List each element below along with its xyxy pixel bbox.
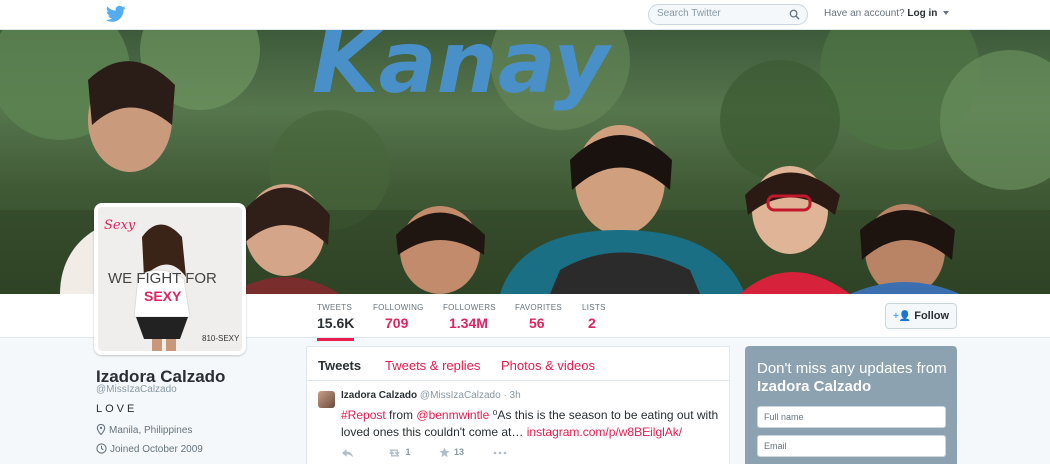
twitter-bird-icon[interactable] xyxy=(106,5,126,23)
timeline-tabs: Tweets Tweets & replies Photos & videos xyxy=(307,347,729,381)
stat-following[interactable]: FOLLOWING 709 xyxy=(373,303,424,331)
account-menu: Have an account? Log in xyxy=(824,8,950,19)
tweet-author[interactable]: Izadora Calzado xyxy=(341,390,417,401)
avatar-brand-script: Sexy xyxy=(104,218,136,233)
signup-heading-text: Don't miss any updates from xyxy=(757,360,947,377)
chevron-down-icon[interactable] xyxy=(943,11,950,16)
profile-handle[interactable]: @MissIzaCalzado xyxy=(96,384,177,395)
retweet-icon xyxy=(388,449,400,457)
profile-joined: Joined October 2009 xyxy=(96,443,203,455)
follow-label: Follow xyxy=(914,310,950,322)
stat-label: TWEETS xyxy=(317,303,353,312)
tweet-actions: 1 13 xyxy=(341,447,537,458)
search-box[interactable] xyxy=(648,4,808,25)
add-user-icon: +👤 xyxy=(892,311,912,322)
stat-value: 1.34M xyxy=(449,315,488,331)
tweet-time[interactable]: · 3h xyxy=(503,390,520,401)
stat-lists[interactable]: LISTS 2 xyxy=(582,303,606,331)
tweet-text-from: from xyxy=(389,408,414,422)
calendar-clock-icon xyxy=(96,443,107,454)
stat-value: 56 xyxy=(529,315,545,331)
avatar[interactable]: Sexy WE FIGHT FOR SEXY 810-SEXY xyxy=(94,203,246,355)
search-input[interactable] xyxy=(657,8,777,19)
avatar-corner-text: 810-SEXY xyxy=(202,334,240,343)
top-navigation-bar: Have an account? Log in xyxy=(0,0,1050,30)
tweet-avatar[interactable] xyxy=(318,391,335,408)
signup-module: Don't miss any updates from Izadora Calz… xyxy=(745,346,957,464)
star-icon xyxy=(439,447,450,458)
tab-tweets-replies[interactable]: Tweets & replies xyxy=(385,358,480,373)
joined-text: Joined October 2009 xyxy=(110,444,203,455)
tweet-text: #Repost from @benmwintle ⁰As this is the… xyxy=(341,407,725,441)
location-text: Manila, Philippines xyxy=(109,425,193,436)
stat-value: 15.6K xyxy=(317,315,355,331)
timeline: Tweets Tweets & replies Photos & videos … xyxy=(306,346,730,464)
avatar-headline-1: WE FIGHT FOR xyxy=(108,270,217,287)
signup-heading-name: Izadora Calzado xyxy=(757,378,872,395)
stat-value: 2 xyxy=(588,315,596,331)
avatar-headline-2: SEXY xyxy=(144,288,182,304)
full-name-field[interactable] xyxy=(757,406,946,428)
follow-button[interactable]: +👤 Follow xyxy=(885,303,957,329)
profile-location: Manila, Philippines xyxy=(96,423,193,436)
avatar-image: Sexy WE FIGHT FOR SEXY 810-SEXY xyxy=(98,207,242,351)
search-icon[interactable] xyxy=(789,9,800,20)
banner-logo-text: Kanay xyxy=(312,30,613,113)
stat-favorites[interactable]: FAVORITES 56 xyxy=(515,303,562,331)
tab-tweets[interactable]: Tweets xyxy=(318,358,361,373)
login-link[interactable]: Log in xyxy=(907,8,937,19)
account-prompt: Have an account? xyxy=(824,8,905,19)
stat-value: 709 xyxy=(385,315,409,331)
reply-icon xyxy=(341,449,354,458)
tweet-header: Izadora Calzado @MissIzaCalzado · 3h xyxy=(341,390,521,401)
tweet-handle[interactable]: @MissIzaCalzado xyxy=(420,390,501,401)
stat-label: LISTS xyxy=(582,303,606,312)
tweet-hashtag[interactable]: #Repost xyxy=(341,408,386,422)
more-dots-icon xyxy=(493,451,506,455)
profile-bio: LOVE xyxy=(96,403,138,415)
favorite-button[interactable]: 13 xyxy=(439,447,464,458)
tweet-mention[interactable]: @benmwintle xyxy=(416,408,489,422)
stat-label: FAVORITES xyxy=(515,303,563,312)
stat-label: FOLLOWING xyxy=(373,303,424,312)
tweet-link[interactable]: instagram.com/p/w8BEilglAk/ xyxy=(527,425,682,439)
stat-followers[interactable]: FOLLOWERS 1.34M xyxy=(443,303,496,331)
location-pin-icon xyxy=(96,423,106,436)
favorite-count: 13 xyxy=(454,447,465,458)
retweet-button[interactable]: 1 xyxy=(387,447,411,458)
reply-button[interactable] xyxy=(341,447,358,458)
more-button[interactable] xyxy=(493,448,511,458)
email-field[interactable] xyxy=(757,435,946,457)
tab-photos-videos[interactable]: Photos & videos xyxy=(501,358,595,373)
retweet-count: 1 xyxy=(405,447,411,458)
stat-label: FOLLOWERS xyxy=(443,303,496,312)
signup-heading: Don't miss any updates from Izadora Calz… xyxy=(757,360,949,396)
stat-tweets[interactable]: TWEETS 15.6K xyxy=(317,303,355,341)
